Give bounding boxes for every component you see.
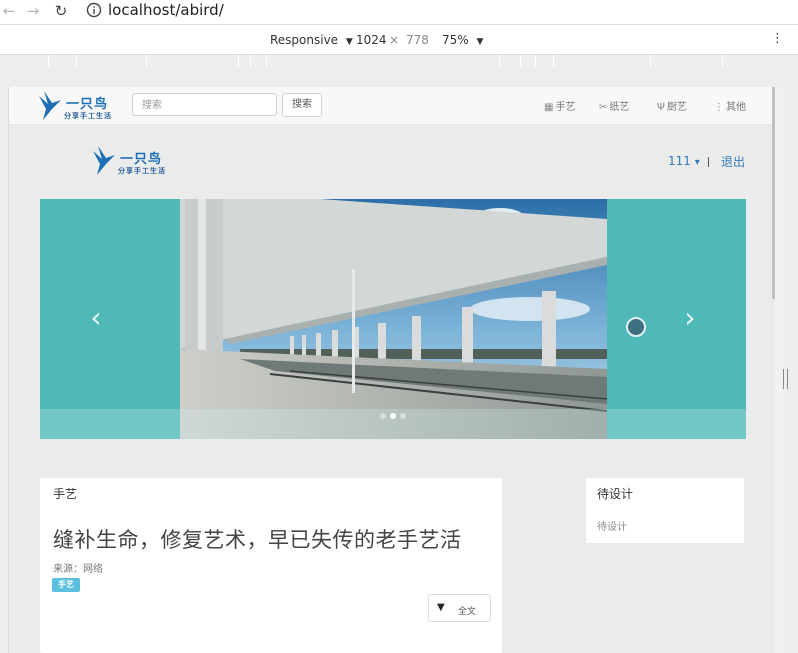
height-field[interactable]: 778: [406, 33, 429, 47]
site-navbar: 一只鸟 分享手工生活 搜索 搜索 ▦ 手艺 ✂ 纸艺 Ψ 厨艺 ⋮ 其他: [9, 87, 776, 125]
nav-item-paper[interactable]: ✂ 纸艺: [599, 98, 629, 113]
scissors-icon: ✂: [599, 102, 608, 113]
sidebar-card: 待设计 待设计: [586, 478, 744, 543]
logo-tagline: 分享手工生活: [118, 167, 166, 175]
caret-down-icon: ▼: [437, 602, 445, 613]
more-icon: ⋮: [714, 102, 724, 113]
url-text[interactable]: localhost/abird/: [108, 0, 224, 20]
media-query-ruler[interactable]: [0, 55, 798, 67]
page-scroll-thumb[interactable]: [772, 87, 775, 299]
divider: [708, 157, 709, 167]
caret-down-icon: ▾: [694, 157, 700, 168]
page-viewport: 一只鸟 分享手工生活 搜索 搜索 ▦ 手艺 ✂ 纸艺 Ψ 厨艺 ⋮ 其他 一只鸟 分享手…: [8, 87, 776, 653]
nav-label: 厨艺: [666, 102, 687, 113]
bird-logo-icon: [93, 146, 115, 175]
dropdown-arrow-icon: ▼: [476, 37, 484, 47]
carousel-indicator-dot[interactable]: [390, 413, 396, 419]
gift-icon: ▦: [544, 102, 554, 113]
logout-link[interactable]: 退出: [721, 153, 745, 170]
dropdown-arrow-icon: ▼: [345, 37, 353, 47]
back-icon[interactable]: ←: [0, 2, 18, 20]
address-bar: ← → ↻ localhost/abird/: [0, 0, 798, 22]
cutlery-icon: Ψ: [657, 102, 665, 113]
header-logo[interactable]: 一只鸟 分享手工生活: [91, 145, 173, 177]
device-mode-select[interactable]: Responsive ▼: [270, 33, 353, 47]
width-field[interactable]: 1024: [356, 33, 387, 47]
device-toolbar: Responsive ▼ 1024 × 778 75% ▼ ⋮: [0, 24, 798, 55]
user-menu[interactable]: 111 ▾: [668, 154, 700, 168]
carousel-prev-icon[interactable]: ‹: [84, 303, 108, 333]
full-text-label: 全文: [458, 607, 477, 617]
page-scrollbar[interactable]: [775, 87, 783, 653]
zoom-select[interactable]: 75% ▼: [442, 33, 483, 47]
carousel-indicator-dot[interactable]: [380, 413, 386, 419]
bird-logo-icon: [39, 91, 61, 120]
nav-item-other[interactable]: ⋮ 其他: [714, 98, 746, 113]
nav-item-cooking[interactable]: Ψ 厨艺: [657, 98, 687, 113]
times-label: ×: [389, 33, 400, 47]
forward-icon[interactable]: →: [24, 2, 42, 20]
carousel-indicator-dot[interactable]: [400, 413, 406, 419]
carousel: ‹ ›: [40, 199, 746, 439]
article-title[interactable]: 缝补生命，修复艺术，早已失传的老手艺活: [53, 524, 462, 554]
reload-icon[interactable]: ↻: [52, 2, 70, 20]
sidebar-text: 待设计: [597, 522, 627, 533]
nav-item-crafts[interactable]: ▦ 手艺: [544, 98, 575, 113]
site-logo[interactable]: 一只鸟 分享手工生活: [37, 90, 119, 122]
logo-title: 一只鸟: [120, 152, 163, 167]
nav-label: 纸艺: [609, 102, 630, 113]
article-category: 手艺: [53, 487, 78, 501]
article-tag[interactable]: 手艺: [52, 578, 80, 592]
zoom-label: 75%: [442, 33, 469, 47]
username: 111: [668, 154, 691, 168]
menu-icon[interactable]: ⋮: [771, 31, 784, 46]
logo-tagline: 分享手工生活: [64, 112, 112, 120]
info-icon[interactable]: [86, 2, 102, 18]
slide-image: [180, 199, 607, 439]
article-source: 来源：网络: [53, 564, 103, 575]
device-mode-label: Responsive: [270, 33, 339, 47]
resize-handle[interactable]: [783, 369, 788, 389]
nav-label: 其他: [726, 102, 746, 113]
article-card: 手艺 缝补生命，修复艺术，早已失传的老手艺活 来源：网络 手艺 ▼ 全文: [40, 478, 502, 653]
full-text-button[interactable]: ▼ 全文: [428, 594, 491, 622]
nav-label: 手艺: [555, 102, 576, 113]
carousel-dot-button[interactable]: [626, 317, 646, 337]
search-button[interactable]: 搜索: [282, 93, 322, 117]
search-input[interactable]: 搜索: [132, 93, 277, 116]
carousel-next-icon[interactable]: ›: [678, 303, 702, 333]
sidebar-title: 待设计: [597, 487, 634, 501]
logo-title: 一只鸟: [66, 97, 109, 112]
